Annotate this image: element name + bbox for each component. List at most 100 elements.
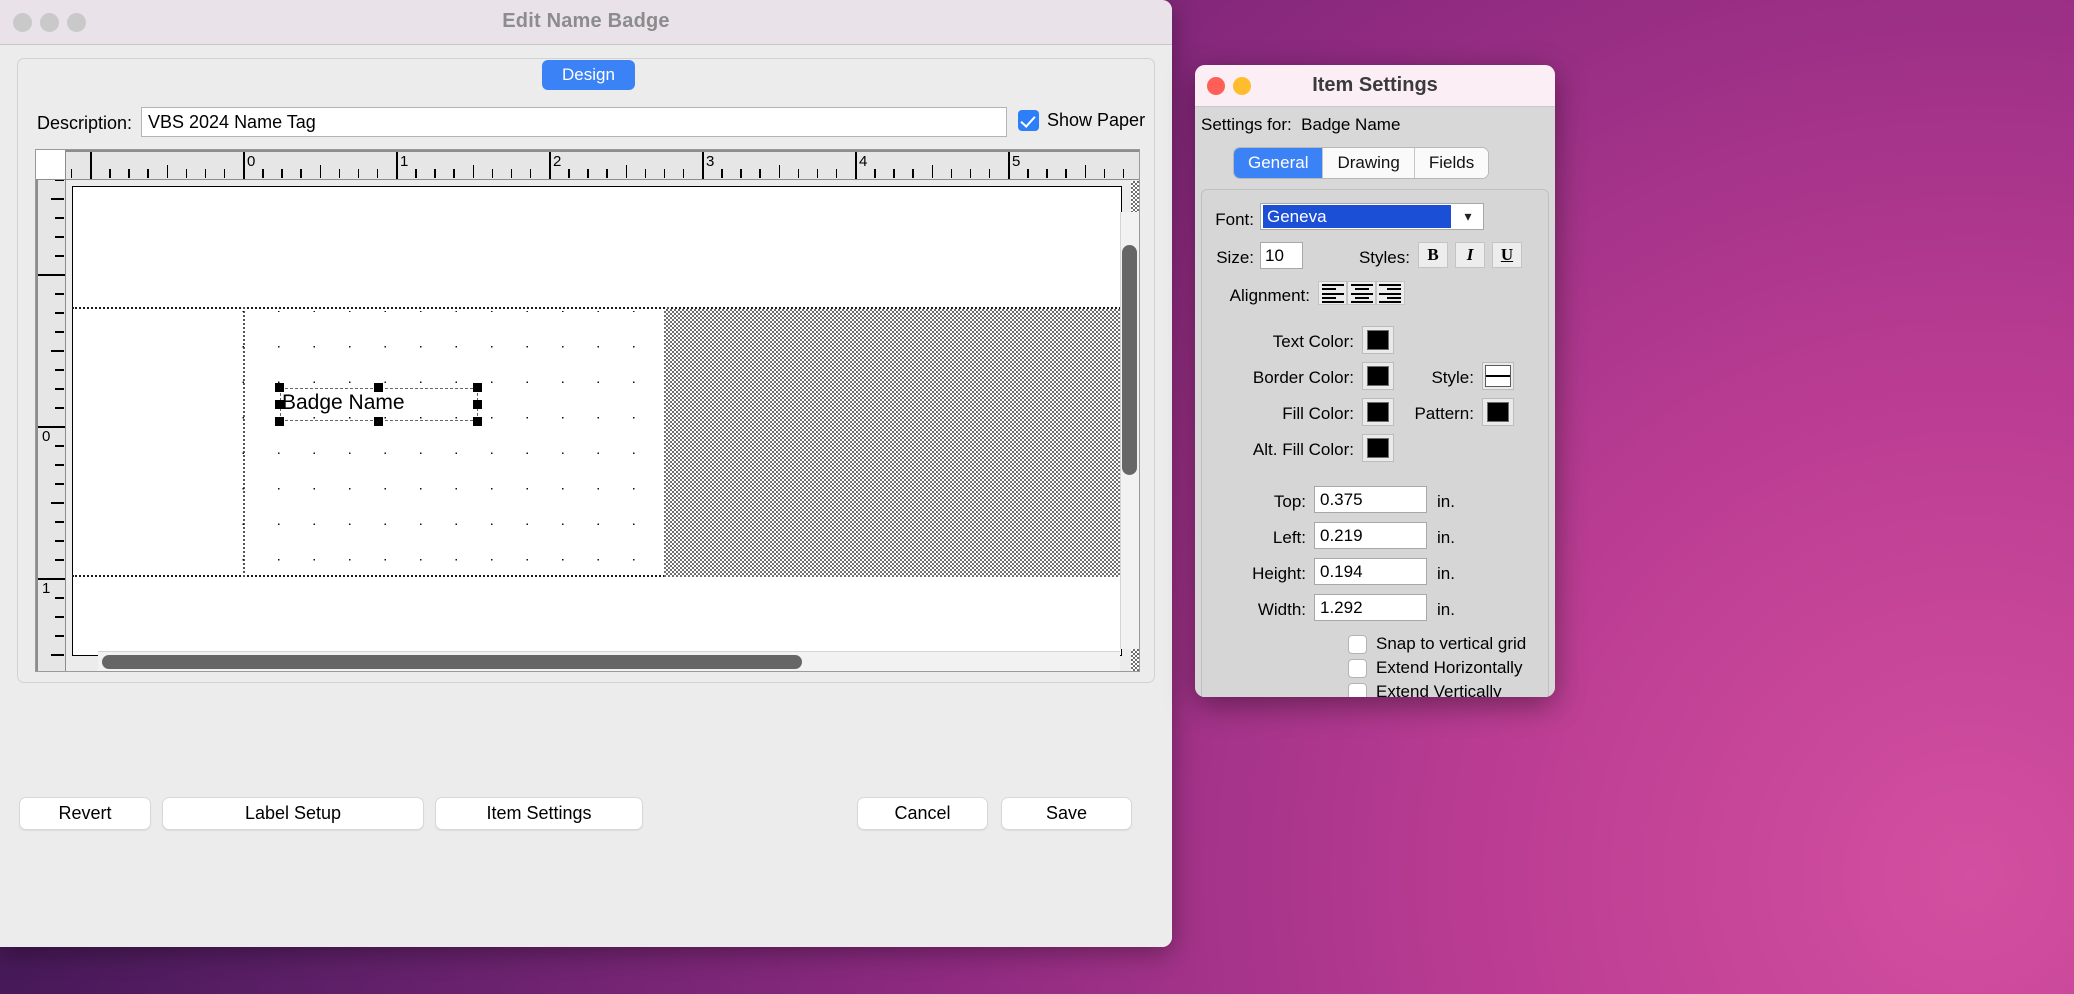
alignment-label: Alignment: (1202, 286, 1310, 306)
tab-general[interactable]: General (1234, 148, 1323, 178)
height-label: Height: (1202, 564, 1306, 584)
cancel-button[interactable]: Cancel (857, 797, 988, 830)
extend-horizontally-row[interactable]: Extend Horizontally (1348, 658, 1522, 678)
font-label: Font: (1202, 210, 1254, 230)
extend-vertically-label: Extend Vertically (1376, 682, 1502, 697)
height-input[interactable] (1314, 558, 1427, 585)
canvas-scroll-area[interactable]: Badge Name (67, 181, 1139, 671)
font-select[interactable]: Geneva ▾ (1260, 203, 1484, 230)
design-canvas-frame: 0123456 01 Badge Name (35, 149, 1140, 672)
design-grid-dots (239, 311, 666, 573)
ruler-label-h: 5 (1012, 153, 1020, 170)
extend-vertically-checkbox[interactable] (1348, 683, 1367, 698)
item-settings-button[interactable]: Item Settings (435, 797, 643, 830)
settings-for-row: Settings for: Badge Name (1201, 115, 1400, 135)
show-paper-checkbox-row[interactable]: Show Paper (1018, 110, 1145, 131)
vertical-scrollbar-thumb[interactable] (1122, 245, 1137, 475)
border-style-swatch[interactable] (1482, 362, 1514, 390)
pattern-chip (1487, 402, 1509, 422)
badge-name-text: Badge Name (282, 391, 405, 415)
styles-label: Styles: (1324, 248, 1410, 268)
border-color-label: Border Color: (1202, 368, 1354, 388)
revert-button[interactable]: Revert (19, 797, 151, 830)
resize-handle-top-center[interactable] (374, 383, 383, 392)
resize-handle-bottom-right[interactable] (473, 417, 482, 426)
tab-drawing[interactable]: Drawing (1323, 148, 1414, 178)
bold-button[interactable]: B (1418, 242, 1448, 268)
size-label: Size: (1202, 248, 1254, 268)
horizontal-ruler: 0123456 (66, 150, 1139, 180)
extend-horizontally-checkbox[interactable] (1348, 659, 1367, 678)
alt-fill-color-swatch[interactable] (1362, 434, 1394, 462)
left-input[interactable] (1314, 522, 1427, 549)
label-setup-button[interactable]: Label Setup (162, 797, 424, 830)
show-paper-checkbox[interactable] (1018, 110, 1039, 131)
resize-handle-bottom-center[interactable] (374, 417, 383, 426)
resize-handle-middle-right[interactable] (473, 400, 482, 409)
settings-for-label: Settings for: (1201, 115, 1292, 134)
ruler-label-h: 0 (247, 153, 255, 170)
align-left-icon[interactable] (1318, 281, 1347, 305)
save-button[interactable]: Save (1001, 797, 1132, 830)
width-label: Width: (1202, 600, 1306, 620)
align-right-icon[interactable] (1376, 281, 1405, 305)
chevron-down-icon: ▾ (1453, 204, 1483, 229)
main-window-titlebar: Edit Name Badge (0, 0, 1172, 45)
left-unit: in. (1437, 528, 1455, 548)
pattern-swatch[interactable] (1482, 398, 1514, 426)
resize-handle-bottom-left[interactable] (275, 417, 284, 426)
ruler-label-h: 3 (706, 153, 714, 170)
snap-to-vertical-grid-checkbox[interactable] (1348, 635, 1367, 654)
color-chip (1367, 438, 1389, 458)
horizontal-scrollbar-track[interactable] (98, 651, 1120, 671)
horizontal-scrollbar-thumb[interactable] (102, 655, 802, 669)
height-unit: in. (1437, 564, 1455, 584)
width-input[interactable] (1314, 594, 1427, 621)
snap-to-vertical-grid-row[interactable]: Snap to vertical grid (1348, 634, 1526, 654)
unprintable-hatch-area (664, 309, 1139, 577)
window-title: Edit Name Badge (0, 10, 1172, 33)
top-label: Top: (1202, 492, 1306, 512)
color-chip (1367, 330, 1389, 350)
item-settings-tabs: General Drawing Fields (1233, 147, 1489, 179)
description-row: Description: Show Paper (18, 105, 1154, 143)
size-input[interactable] (1260, 242, 1303, 269)
tab-fields[interactable]: Fields (1415, 148, 1488, 178)
design-content-card: Design Description: Show Paper 0123456 0… (17, 58, 1155, 683)
selected-text-item[interactable]: Badge Name (280, 388, 478, 421)
show-paper-label: Show Paper (1047, 110, 1145, 131)
border-color-swatch[interactable] (1362, 362, 1394, 390)
item-settings-body: Settings for: Badge Name General Drawing… (1195, 107, 1555, 697)
item-settings-title: Item Settings (1195, 74, 1555, 97)
color-chip (1367, 402, 1389, 422)
left-label: Left: (1202, 528, 1306, 548)
italic-button[interactable]: I (1455, 242, 1485, 268)
vertical-scrollbar-track[interactable] (1120, 212, 1139, 649)
border-style-label: Style: (1402, 368, 1474, 388)
top-input[interactable] (1314, 486, 1427, 513)
snap-to-vertical-grid-label: Snap to vertical grid (1376, 634, 1526, 654)
text-color-label: Text Color: (1202, 332, 1354, 352)
tab-design[interactable]: Design (542, 60, 635, 90)
extend-horizontally-label: Extend Horizontally (1376, 658, 1522, 678)
ruler-corner (36, 150, 66, 180)
resize-handle-top-right[interactable] (473, 383, 482, 392)
underline-button[interactable]: U (1492, 242, 1522, 268)
color-chip (1367, 366, 1389, 386)
resize-handle-middle-left[interactable] (275, 400, 284, 409)
text-color-swatch[interactable] (1362, 326, 1394, 354)
description-input[interactable] (141, 107, 1007, 137)
vertical-ruler: 01 (36, 180, 66, 671)
item-settings-titlebar: Item Settings (1195, 65, 1555, 107)
item-settings-window: Item Settings Settings for: Badge Name G… (1195, 65, 1555, 697)
main-window-body: Design Description: Show Paper 0123456 0… (0, 45, 1172, 947)
width-unit: in. (1437, 600, 1455, 620)
extend-vertically-row[interactable]: Extend Vertically (1348, 682, 1502, 697)
resize-handle-top-left[interactable] (275, 383, 284, 392)
ruler-label-v: 0 (42, 428, 50, 445)
ruler-label-h: 1 (400, 153, 408, 170)
tabstrip: Design (18, 59, 1154, 105)
alt-fill-color-label: Alt. Fill Color: (1202, 440, 1354, 460)
align-center-icon[interactable] (1347, 281, 1376, 305)
description-label: Description: (37, 113, 132, 134)
